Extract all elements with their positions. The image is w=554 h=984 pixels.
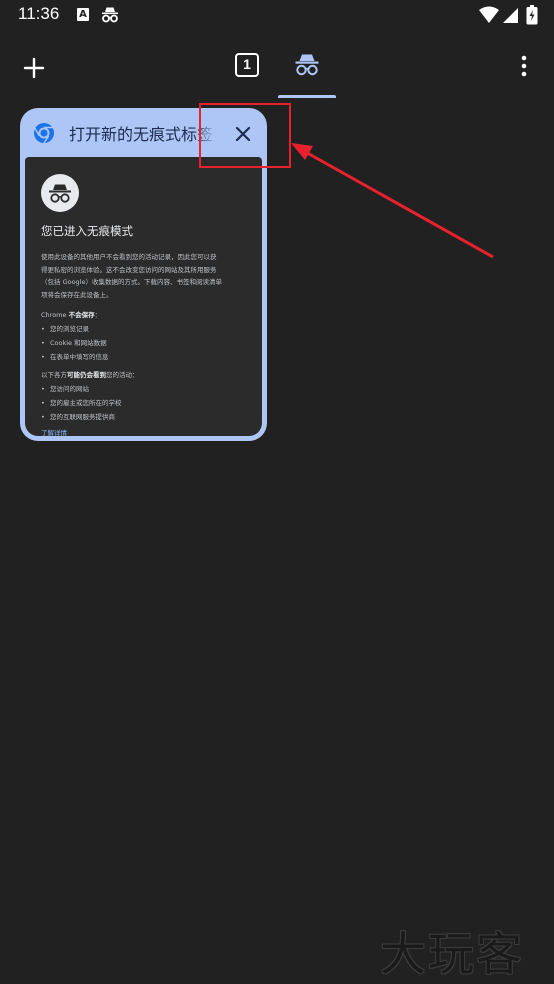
watermark: 大玩客 [380, 927, 524, 981]
annotation-arrow [291, 143, 494, 259]
